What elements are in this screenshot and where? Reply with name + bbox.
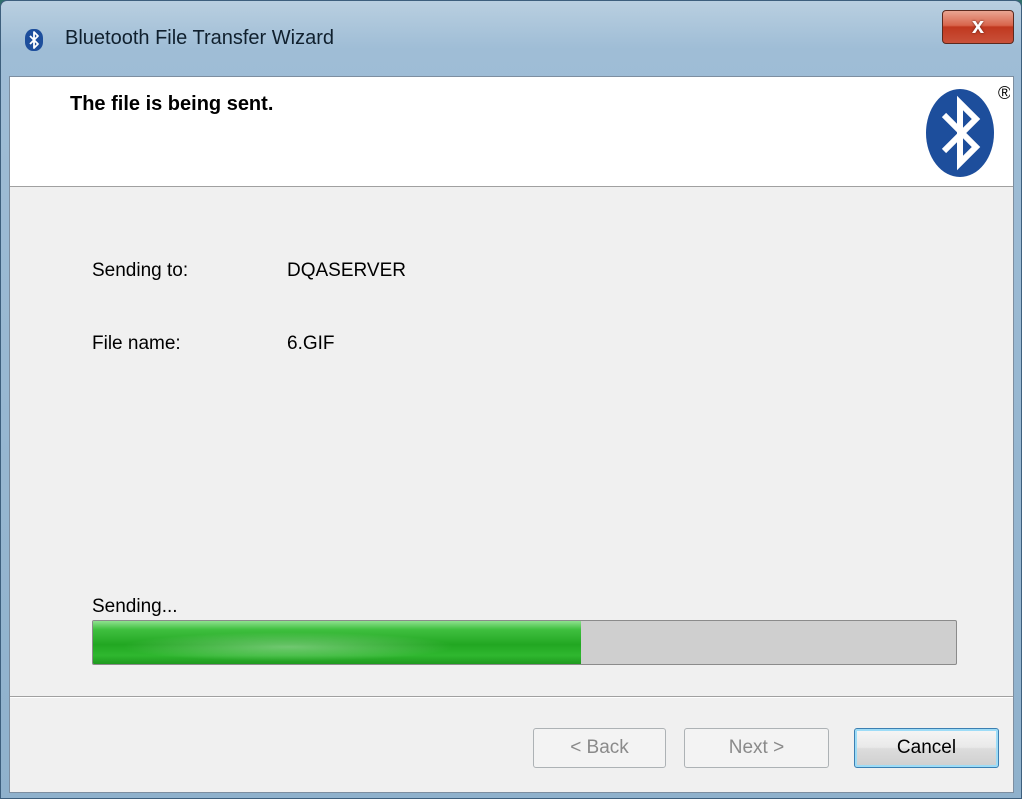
- sending-to-label: Sending to:: [92, 260, 189, 281]
- window-title: Bluetooth File Transfer Wizard: [65, 27, 334, 49]
- footer-divider: [10, 696, 1013, 698]
- sending-to-value: DQASERVER: [287, 260, 406, 281]
- file-name-label: File name:: [92, 333, 181, 354]
- registered-mark: ®: [998, 83, 1010, 103]
- page-heading: The file is being sent.: [70, 93, 274, 115]
- bluetooth-logo: ®: [926, 83, 1010, 177]
- close-icon: x: [971, 13, 985, 38]
- wizard-header: The file is being sent. ®: [10, 77, 1013, 187]
- wizard-body: The file is being sent. ® Sending to: DQ…: [9, 76, 1014, 793]
- file-name-value: 6.GIF: [287, 333, 335, 354]
- progress-shine: [93, 621, 581, 664]
- next-button[interactable]: Next >: [684, 728, 829, 768]
- progress-status: Sending...: [92, 596, 178, 617]
- close-button[interactable]: x: [942, 10, 1014, 44]
- bluetooth-icon: [25, 29, 43, 51]
- title-bar[interactable]: Bluetooth File Transfer Wizard x: [1, 1, 1021, 77]
- cancel-button[interactable]: Cancel: [854, 728, 999, 768]
- back-button[interactable]: < Back: [533, 728, 666, 768]
- progress-bar: [92, 620, 957, 665]
- wizard-window: Bluetooth File Transfer Wizard x The fil…: [0, 0, 1022, 799]
